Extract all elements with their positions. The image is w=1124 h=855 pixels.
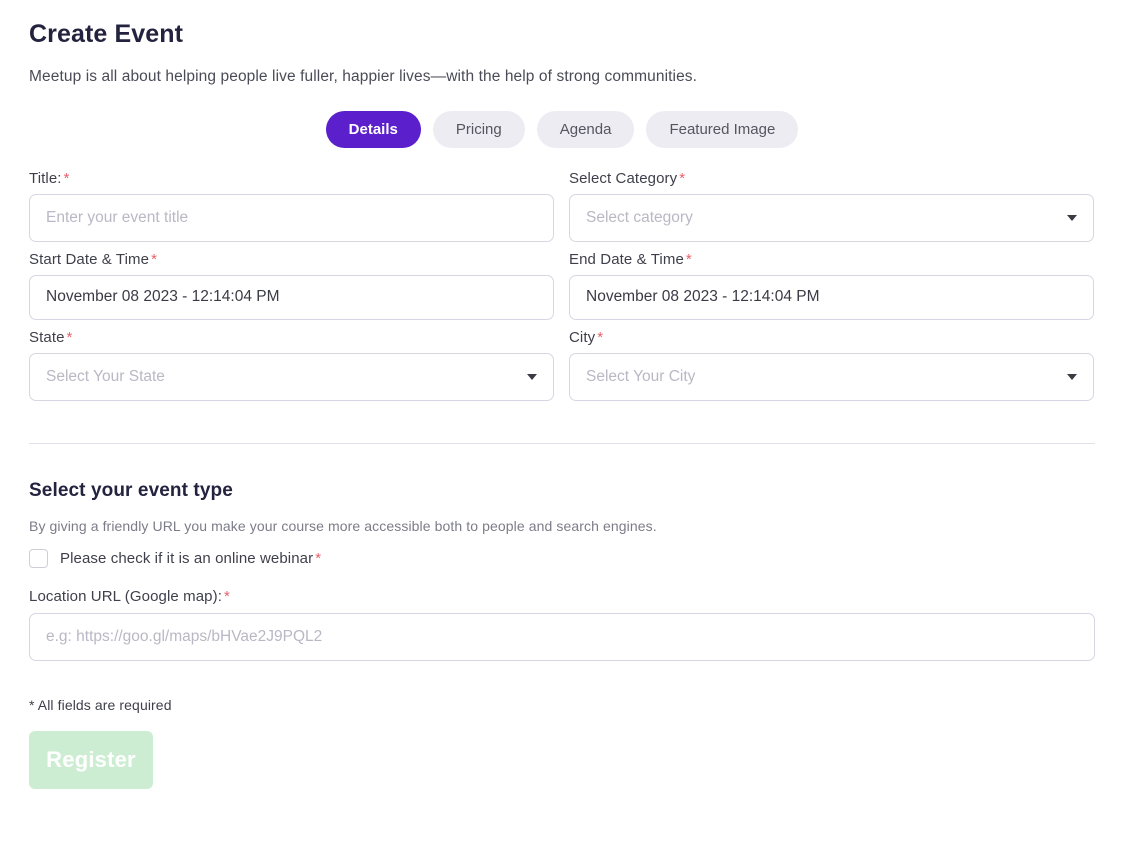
city-placeholder: Select Your City bbox=[586, 367, 696, 385]
field-location-url: Location URL (Google map): * bbox=[29, 588, 1095, 661]
online-webinar-label-text: Please check if it is an online webinar bbox=[60, 549, 314, 567]
required-asterisk: * bbox=[223, 587, 230, 605]
label-state-text: State bbox=[29, 328, 65, 346]
state-select[interactable]: Select Your State bbox=[29, 352, 554, 401]
required-asterisk: * bbox=[66, 328, 73, 346]
label-city-text: City bbox=[569, 328, 596, 346]
city-select-display[interactable]: Select Your City bbox=[569, 352, 1094, 401]
field-start-date: Start Date & Time * November 08 2023 - 12… bbox=[29, 251, 554, 320]
register-button[interactable]: Register bbox=[29, 730, 153, 789]
page-subtitle: Meetup is all about helping people live … bbox=[29, 68, 698, 85]
location-url-input[interactable] bbox=[29, 612, 1095, 661]
tab-agenda[interactable]: Agenda bbox=[536, 110, 635, 148]
required-asterisk: * bbox=[679, 169, 686, 187]
label-start-date: Start Date & Time * bbox=[29, 251, 554, 268]
event-type-description: By giving a friendly URL you make your c… bbox=[29, 517, 657, 534]
label-end-date-text: End Date & Time bbox=[569, 250, 684, 268]
required-asterisk: * bbox=[151, 250, 158, 268]
state-placeholder: Select Your State bbox=[46, 367, 165, 385]
label-title: Title: * bbox=[29, 170, 554, 187]
label-state: State * bbox=[29, 329, 554, 346]
field-city: City * Select Your City bbox=[569, 329, 1094, 401]
field-end-date: End Date & Time * November 08 2023 - 12:1… bbox=[569, 251, 1094, 320]
required-asterisk: * bbox=[315, 549, 322, 567]
category-select-display[interactable]: Select category bbox=[569, 193, 1094, 242]
start-date-input[interactable]: November 08 2023 - 12:14:04 PM bbox=[29, 274, 554, 320]
state-select-display[interactable]: Select Your State bbox=[29, 352, 554, 401]
tab-details[interactable]: Details bbox=[325, 110, 421, 148]
required-fields-note: * All fields are required bbox=[29, 696, 172, 713]
label-location-url: Location URL (Google map): * bbox=[29, 588, 1095, 605]
label-category: Select Category * bbox=[569, 170, 1094, 187]
label-end-date: End Date & Time * bbox=[569, 251, 1094, 268]
online-webinar-checkbox[interactable] bbox=[29, 548, 48, 568]
field-state: State * Select Your State bbox=[29, 329, 554, 401]
title-input[interactable] bbox=[29, 193, 554, 242]
category-select[interactable]: Select category bbox=[569, 193, 1094, 242]
label-category-text: Select Category bbox=[569, 169, 678, 187]
create-event-page: Create Event Meetup is all about helping… bbox=[0, 0, 1124, 855]
tab-bar: Details Pricing Agenda Featured Image bbox=[29, 110, 1095, 148]
required-asterisk: * bbox=[685, 250, 692, 268]
end-date-input[interactable]: November 08 2023 - 12:14:04 PM bbox=[569, 274, 1094, 320]
label-city: City * bbox=[569, 329, 1094, 346]
city-select[interactable]: Select Your City bbox=[569, 352, 1094, 401]
online-webinar-row: Please check if it is an online webinar * bbox=[29, 548, 1095, 568]
field-category: Select Category * Select category bbox=[569, 170, 1094, 242]
section-divider bbox=[29, 442, 1095, 444]
label-start-date-text: Start Date & Time bbox=[29, 250, 150, 268]
page-title: Create Event bbox=[29, 20, 184, 48]
event-details-form: Title:* Select Category* Select category… bbox=[29, 170, 1095, 410]
event-type-title: Select your event type bbox=[29, 479, 233, 501]
tab-featured-image[interactable]: Featured Image bbox=[646, 110, 799, 148]
label-location-url-text: Location URL (Google map): bbox=[29, 587, 222, 605]
tab-pricing[interactable]: Pricing bbox=[432, 110, 525, 148]
label-title-text: Title: bbox=[29, 169, 62, 187]
required-asterisk: * bbox=[63, 169, 70, 187]
online-webinar-label: Please check if it is an online webinar * bbox=[60, 550, 321, 567]
required-asterisk: * bbox=[597, 328, 604, 346]
category-placeholder: Select category bbox=[586, 208, 693, 226]
field-title: Title: * bbox=[29, 170, 554, 242]
